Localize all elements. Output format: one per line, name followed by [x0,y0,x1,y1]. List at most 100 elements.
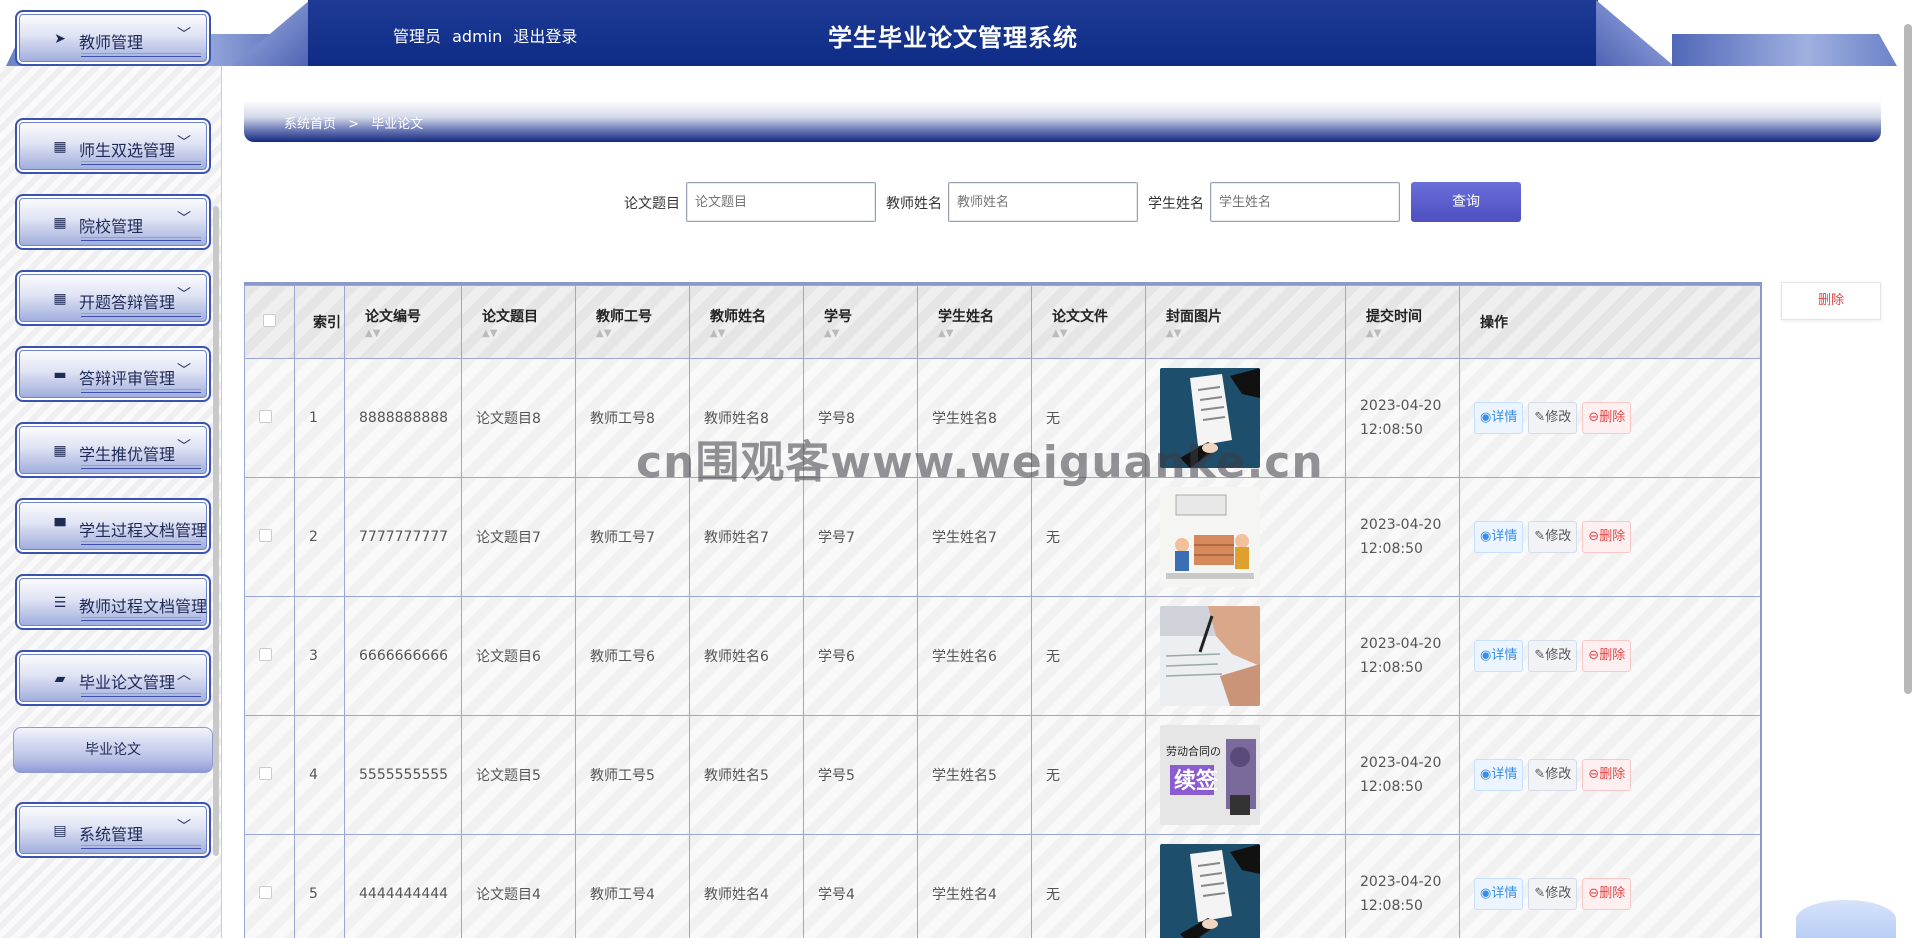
delete-button[interactable]: ⊖删除 [1582,878,1632,910]
sidebar-scrollbar[interactable] [213,206,219,856]
page-scrollbar[interactable] [1904,24,1912,694]
title-search-input[interactable] [686,182,876,222]
teacher-search-input[interactable] [948,182,1138,222]
thesis-table: 索引 论文编号 ▲▼ 论文题目 ▲▼ 教师工号 ▲▼ 教师姓名 ▲▼ 学号 ▲▼ 学生姓名… [244,282,1762,938]
cell-title: 论文题目7 [461,477,576,597]
cell-ops: ◉详情 ✎修改 ⊖删除 [1459,358,1762,478]
column-header-file[interactable]: 论文文件 ▲▼ [1031,285,1146,359]
column-header-ops: 操作 [1459,285,1762,359]
logout-link[interactable]: 退出登录 [513,27,577,46]
sort-icon[interactable]: ▲▼ [482,328,575,339]
sidebar-item[interactable]: ▦ 开题答辩管理 ﹀ [15,270,211,326]
column-header-cover[interactable]: 封面图片 ▲▼ [1145,285,1346,359]
sidebar-item-label: 学生推优管理 [79,445,176,464]
row-checkbox[interactable] [259,885,272,899]
chevron-icon: ﹀ [177,135,191,151]
edit-button[interactable]: ✎修改 [1528,521,1578,553]
row-select-cell[interactable] [244,834,295,938]
sidebar-item-label: 教师管理 [79,33,144,52]
detail-button[interactable]: ◉详情 [1474,878,1524,910]
sort-icon[interactable]: ▲▼ [938,328,1031,339]
row-select-cell[interactable] [244,477,295,597]
teacher-search-label: 教师姓名 [886,196,942,212]
row-checkbox[interactable] [259,766,272,780]
cell-cover: 劳动合同の 续签 [1145,715,1346,835]
sidebar-item[interactable]: ▬ 答辩评审管理 ﹀ [15,346,211,402]
cell-teacher-name: 教师姓名4 [689,834,804,938]
row-select-cell[interactable] [244,596,295,716]
row-select-cell[interactable] [244,715,295,835]
header-select-all[interactable] [244,285,295,359]
sort-icon[interactable]: ▲▼ [365,328,461,339]
row-select-cell[interactable] [244,358,295,478]
column-header-teacher-id[interactable]: 教师工号 ▲▼ [575,285,690,359]
submenu-item-graduation-thesis[interactable]: 毕业论文 [13,727,213,773]
detail-button[interactable]: ◉详情 [1474,402,1524,434]
menu-decor-bar [81,845,201,849]
column-header-student-id[interactable]: 学号 ▲▼ [803,285,918,359]
sidebar-item[interactable]: ▦ 学生推优管理 ﹀ [15,422,211,478]
detail-button[interactable]: ◉详情 [1474,640,1524,672]
student-search-input[interactable] [1210,182,1400,222]
sidebar-item[interactable]: ➤ 教师管理 ﹀ [15,10,211,66]
select-all-checkbox[interactable] [263,313,276,327]
pencil-icon: ✎ [1534,886,1546,901]
sidebar-item-label: 学生过程文档管理 [79,521,208,540]
sort-icon[interactable]: ▲▼ [1366,328,1459,339]
cell-no: 8888888888 [344,358,462,478]
sort-icon[interactable]: ▲▼ [824,328,917,339]
sidebar-item[interactable]: ☰ 教师过程文档管理 [15,574,211,630]
sidebar-item[interactable]: ▀ 学生过程文档管理 [15,498,211,554]
menu-decor-bar [81,389,201,393]
sidebar-item[interactable]: ▦ 师生双选管理 ﹀ [15,118,211,174]
cell-file: 无 [1031,596,1146,716]
column-header-index: 索引 [294,285,345,359]
cell-ops: ◉详情 ✎修改 ⊖删除 [1459,715,1762,835]
edit-button[interactable]: ✎修改 [1528,640,1578,672]
cover-image: 劳动合同の 续签 [1160,725,1260,825]
cell-student-id: 学号7 [803,477,918,597]
column-header-teacher-name[interactable]: 教师姓名 ▲▼ [689,285,804,359]
search-bar: 论文题目 教师姓名 学生姓名 查询 [0,182,1920,222]
sort-icon[interactable]: ▲▼ [710,328,803,339]
edit-button[interactable]: ✎修改 [1528,759,1578,791]
menu-decor-bar [81,313,201,317]
column-header-title[interactable]: 论文题目 ▲▼ [461,285,576,359]
cell-file: 无 [1031,834,1146,938]
sidebar-item-label: 毕业论文管理 [79,673,176,692]
cell-cover [1145,834,1346,938]
cell-file: 无 [1031,715,1146,835]
eye-icon: ◉ [1480,886,1492,901]
batch-delete-button[interactable]: 删除 [1781,282,1881,320]
column-header-no[interactable]: 论文编号 ▲▼ [344,285,462,359]
sort-icon[interactable]: ▲▼ [596,328,689,339]
svg-text:劳动合同の: 劳动合同の [1166,744,1221,758]
table-row: 5 4444444444 论文题目4 教师工号4 教师姓名4 学号4 学生姓名4 无 2023-… [244,834,1762,938]
breadcrumb-home[interactable]: 系统首页 [284,117,336,132]
sidebar-item[interactable]: ▰ 毕业论文管理 ︿ [15,650,211,706]
delete-button[interactable]: ⊖删除 [1582,402,1632,434]
row-checkbox[interactable] [259,409,272,423]
top-header: 管理员 admin 退出登录 学生毕业论文管理系统 [0,0,1920,66]
menu-decor-bar [81,237,201,241]
edit-button[interactable]: ✎修改 [1528,402,1578,434]
column-header-student-name[interactable]: 学生姓名 ▲▼ [917,285,1032,359]
delete-button[interactable]: ⊖删除 [1582,759,1632,791]
time-clock: 12:08:50 [1360,541,1423,557]
cell-ops: ◉详情 ✎修改 ⊖删除 [1459,596,1762,716]
detail-button[interactable]: ◉详情 [1474,521,1524,553]
title-search-label: 论文题目 [624,196,680,212]
delete-button[interactable]: ⊖删除 [1582,521,1632,553]
time-date: 2023-04-20 [1360,755,1442,771]
sidebar-item[interactable]: ▤ 系统管理 ﹀ [15,802,211,858]
cover-image [1160,606,1260,706]
row-checkbox[interactable] [259,647,272,661]
query-button[interactable]: 查询 [1411,182,1521,222]
detail-button[interactable]: ◉详情 [1474,759,1524,791]
edit-button[interactable]: ✎修改 [1528,878,1578,910]
row-checkbox[interactable] [259,528,272,542]
sort-icon[interactable]: ▲▼ [1052,328,1145,339]
delete-button[interactable]: ⊖删除 [1582,640,1632,672]
column-header-time[interactable]: 提交时间 ▲▼ [1345,285,1460,359]
sort-icon[interactable]: ▲▼ [1166,328,1345,339]
